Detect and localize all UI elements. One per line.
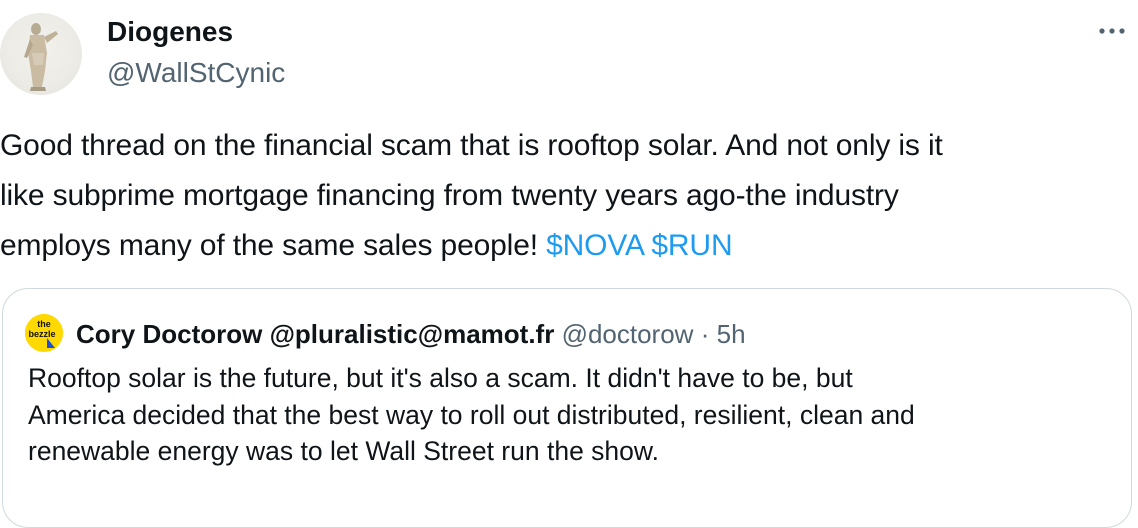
quoted-author-name[interactable]: Cory Doctorow @pluralistic@mamot.fr [76,319,554,349]
quoted-author-handle[interactable]: @doctorow [562,319,694,349]
quoted-author-avatar[interactable]: the bezzle [25,314,63,352]
quoted-tweet-text: Rooftop solar is the future, but it's al… [28,363,915,466]
cashtag-run-link[interactable]: $RUN [651,229,732,262]
tweet-text-body: Good thread on the financial scam that i… [0,129,943,262]
quoted-tweet-card[interactable]: the bezzle Cory Doctorow @pluralistic@ma… [2,288,1132,528]
author-name[interactable]: Diogenes [107,15,233,49]
quoted-separator-dot: · [700,319,710,349]
tweet: Diogenes @WallStCynic Good thread on the… [0,0,1138,528]
quoted-timestamp[interactable]: 5h [717,319,746,349]
quoted-tweet-header: Cory Doctorow @pluralistic@mamot.fr @doc… [76,318,746,350]
author-avatar[interactable] [0,13,82,95]
statue-avatar-icon [24,23,58,91]
more-horizontal-icon [1099,28,1125,34]
more-options-button[interactable] [1094,16,1130,46]
bezzle-logo-text-bottom: bezzle [28,329,55,339]
bezzle-logo-text-top: the [37,319,51,329]
tweet-text: Good thread on the financial scam that i… [0,121,1138,271]
author-handle[interactable]: @WallStCynic [107,56,285,90]
cashtag-nova-link[interactable]: $NOVA [546,229,643,262]
the-bezzle-logo-icon: the bezzle [25,314,63,352]
